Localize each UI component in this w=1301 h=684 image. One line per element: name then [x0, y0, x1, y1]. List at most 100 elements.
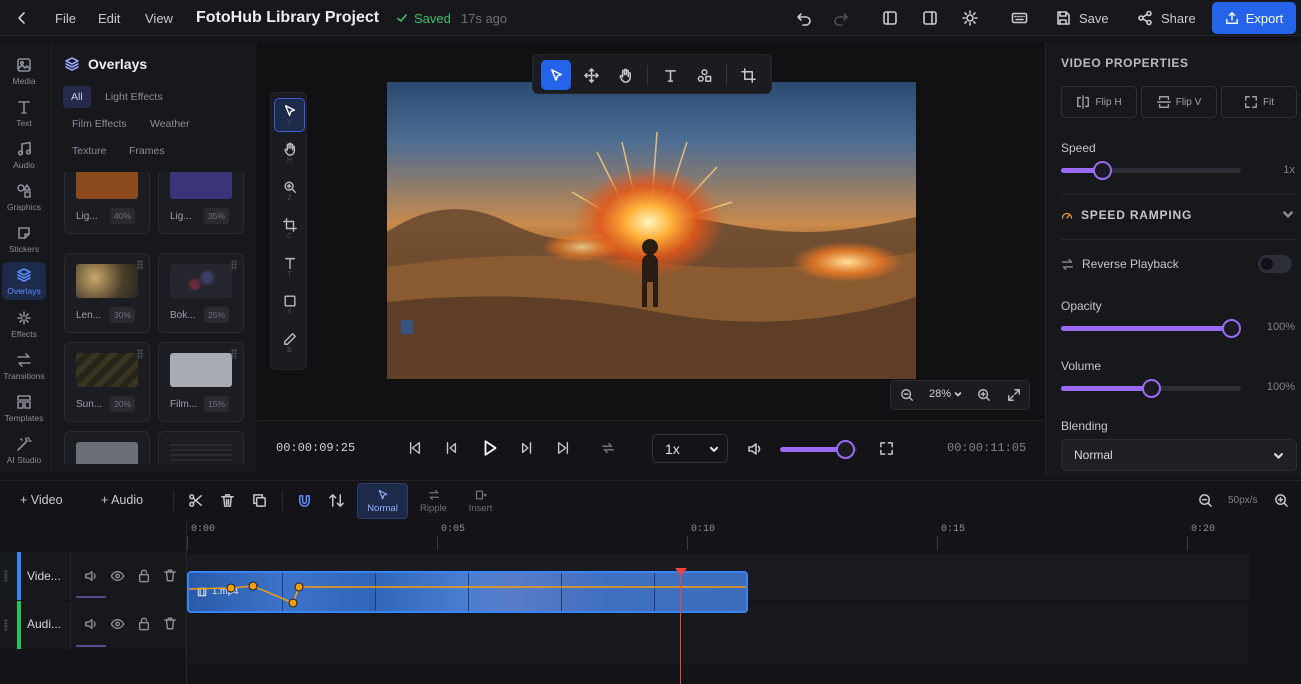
fit-button[interactable]: Fit [1221, 86, 1297, 118]
track-volume-bar[interactable] [76, 645, 106, 647]
mute-button[interactable] [747, 441, 763, 457]
overlay-card[interactable] [158, 431, 244, 464]
magnet-snap-button[interactable] [297, 493, 312, 508]
zoom-in-button[interactable] [977, 388, 991, 402]
video-canvas[interactable] [387, 82, 916, 379]
menu-view[interactable]: View [145, 0, 173, 36]
opacity-slider[interactable] [1061, 319, 1241, 338]
fullscreen-button[interactable] [879, 441, 894, 456]
speed-slider[interactable] [1061, 161, 1241, 180]
overlay-card[interactable]: Len... 30% [64, 253, 150, 333]
zoom-level-select[interactable]: 28% [929, 388, 962, 400]
tool-hand[interactable]: H [274, 136, 305, 170]
volume-slider[interactable] [1061, 379, 1241, 398]
speed-curve[interactable] [189, 573, 746, 611]
project-title[interactable]: FotoHub Library Project [196, 0, 379, 36]
track-delete-button[interactable] [163, 616, 177, 631]
zoom-out-button[interactable] [900, 388, 914, 402]
rail-item-media[interactable]: Media [2, 52, 46, 90]
chip-film-effects[interactable]: Film Effects [64, 113, 135, 135]
flip-v-button[interactable]: Flip V [1141, 86, 1217, 118]
overlay-card[interactable]: Bok... 25% [158, 253, 244, 333]
rail-item-graphics[interactable]: Graphics [2, 178, 46, 216]
rail-item-stickers[interactable]: Stickers [2, 220, 46, 258]
rail-item-ai-studio[interactable]: AI Studio [2, 431, 46, 469]
undo-button[interactable] [796, 0, 812, 36]
canvas-tool-move[interactable] [576, 60, 606, 90]
time-ruler[interactable]: 0:00 0:05 0:10 0:15 0:20 [187, 520, 1301, 552]
save-button[interactable]: Save [1055, 0, 1109, 36]
toggle-right-panel-button[interactable] [922, 0, 938, 36]
mode-insert-button[interactable]: Insert [458, 483, 503, 519]
fit-screen-button[interactable] [1007, 388, 1021, 402]
play-button[interactable] [481, 439, 499, 457]
redo-button[interactable] [833, 0, 849, 36]
canvas-tool-select[interactable] [541, 60, 571, 90]
tool-crop[interactable]: C [274, 212, 305, 246]
chip-light-effects[interactable]: Light Effects [97, 86, 171, 108]
overlay-card[interactable]: Film... 15% [158, 342, 244, 422]
track-volume-bar[interactable] [76, 596, 106, 598]
track-visibility-button[interactable] [110, 569, 125, 583]
volume-knob[interactable] [835, 440, 855, 459]
track-lock-button[interactable] [137, 616, 151, 631]
rail-item-overlays[interactable]: Overlays [2, 262, 46, 300]
tool-brush[interactable]: B [274, 326, 305, 360]
playhead-handle[interactable] [675, 568, 687, 576]
rail-item-audio[interactable]: Audio [2, 136, 46, 174]
next-frame-button[interactable] [520, 441, 534, 455]
track-visibility-button[interactable] [110, 617, 125, 631]
keyboard-shortcuts-button[interactable] [1011, 0, 1028, 36]
chip-all[interactable]: All [63, 86, 91, 108]
toggle-left-panel-button[interactable] [882, 0, 898, 36]
duplicate-button[interactable] [252, 493, 267, 508]
overlay-card[interactable] [64, 431, 150, 464]
add-audio-button[interactable]: + Audio [101, 493, 143, 507]
opacity-knob[interactable] [1222, 319, 1241, 338]
flip-h-button[interactable]: Flip H [1061, 86, 1137, 118]
mode-normal-button[interactable]: Normal [357, 483, 408, 519]
add-video-button[interactable]: + Video [20, 493, 63, 507]
loop-button[interactable] [600, 441, 616, 455]
canvas-tool-crop[interactable] [733, 60, 763, 90]
overlay-card[interactable]: Lig... 40% [64, 172, 150, 234]
chip-weather[interactable]: Weather [142, 113, 198, 135]
playback-volume-slider[interactable] [780, 440, 857, 459]
mode-ripple-button[interactable]: Ripple [411, 483, 456, 519]
canvas-tool-shapes[interactable] [689, 60, 719, 90]
track-lock-button[interactable] [137, 568, 151, 583]
tool-zoom[interactable]: Z [274, 174, 305, 208]
menu-file[interactable]: File [55, 0, 76, 36]
overlay-card[interactable]: Lig... 35% [158, 172, 244, 234]
back-button[interactable] [14, 0, 34, 36]
tool-select[interactable]: V [274, 98, 305, 132]
blending-select[interactable]: Normal [1061, 439, 1297, 471]
drag-handle-icon[interactable] [231, 349, 237, 359]
overlay-card[interactable]: Sun... 20% [64, 342, 150, 422]
tool-text[interactable]: T [274, 250, 305, 284]
drag-handle-icon[interactable] [137, 260, 143, 270]
canvas-tool-text[interactable] [655, 60, 685, 90]
track-mute-button[interactable] [84, 569, 98, 583]
speed-ramping-toggle[interactable]: SPEED RAMPING [1061, 208, 1192, 222]
rail-item-effects[interactable]: Effects [2, 305, 46, 343]
share-button[interactable]: Share [1137, 0, 1196, 36]
delete-button[interactable] [220, 493, 235, 508]
drag-handle-icon[interactable] [4, 619, 8, 631]
speed-knob[interactable] [1093, 161, 1113, 180]
drag-handle-icon[interactable] [137, 349, 143, 359]
track-mute-button[interactable] [84, 617, 98, 631]
chip-frames[interactable]: Frames [121, 140, 173, 162]
rail-item-transitions[interactable]: Transitions [2, 347, 46, 385]
volume-knob[interactable] [1142, 379, 1161, 398]
chip-texture[interactable]: Texture [64, 140, 114, 162]
timeline-zoom-in-button[interactable] [1274, 493, 1289, 508]
rail-item-text[interactable]: Text [2, 94, 46, 132]
reverse-playback-toggle[interactable] [1258, 255, 1292, 273]
split-button[interactable] [188, 493, 203, 508]
drag-handle-icon[interactable] [4, 570, 8, 582]
export-button[interactable]: Export [1212, 2, 1296, 34]
track-delete-button[interactable] [163, 568, 177, 583]
drag-handle-icon[interactable] [231, 260, 237, 270]
playback-speed-select[interactable]: 1x [652, 434, 728, 463]
